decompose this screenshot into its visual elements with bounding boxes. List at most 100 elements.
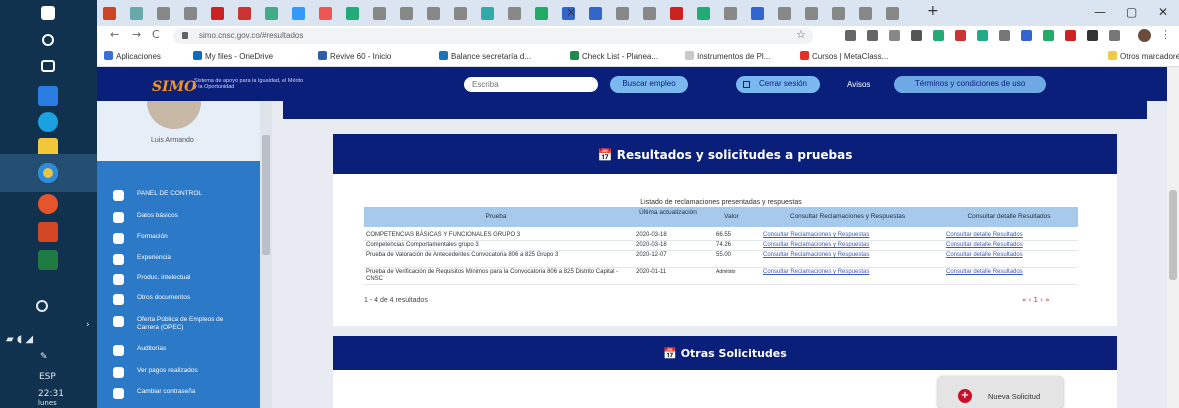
sidebar-item[interactable]: Otros documentos bbox=[113, 292, 263, 308]
extension-icon[interactable] bbox=[1065, 30, 1076, 41]
task-view-icon[interactable] bbox=[41, 60, 55, 72]
sidebar-item[interactable]: Oferta Pública de Empleos de Carrera (OP… bbox=[113, 314, 263, 331]
browser-tab[interactable] bbox=[157, 7, 170, 20]
browser-tab[interactable] bbox=[481, 7, 494, 20]
tray-time[interactable]: 22:31 bbox=[38, 389, 64, 399]
people-icon[interactable] bbox=[36, 300, 48, 312]
extension-icon[interactable] bbox=[977, 30, 988, 41]
link-reclamaciones[interactable]: Consultar Reclamaciones y Respuestas bbox=[763, 232, 869, 238]
browser-tab[interactable] bbox=[805, 7, 818, 20]
forward-button[interactable]: → bbox=[132, 28, 141, 41]
browser-tab[interactable] bbox=[319, 7, 332, 20]
browser-tab[interactable] bbox=[886, 7, 899, 20]
sidebar-item[interactable]: PANEL DE CONTROL bbox=[113, 188, 263, 204]
browser-tab[interactable] bbox=[643, 7, 656, 20]
sidebar-scroll-thumb[interactable] bbox=[262, 135, 270, 255]
browser-tab[interactable] bbox=[778, 7, 791, 20]
extension-icon[interactable] bbox=[1087, 30, 1098, 41]
tray-chevron-icon[interactable]: › bbox=[86, 320, 90, 330]
window-close-button[interactable]: ✕ bbox=[1158, 5, 1168, 19]
sidebar-item[interactable]: Auditorías bbox=[113, 343, 263, 359]
bookmark-item[interactable]: Balance secretaría d... bbox=[439, 51, 531, 61]
window-maximize-button[interactable]: ▢ bbox=[1126, 5, 1137, 19]
link-detalle-resultados[interactable]: Consultar detalle Resultados bbox=[946, 242, 1023, 248]
link-detalle-resultados[interactable]: Consultar detalle Resultados bbox=[946, 269, 1023, 275]
bookmark-item[interactable]: Check List - Planea... bbox=[570, 51, 658, 61]
powerpoint-icon[interactable] bbox=[38, 222, 58, 242]
notices-link[interactable]: Avisos bbox=[847, 80, 870, 89]
pagination-controls[interactable]: « ‹ 1 › » bbox=[1022, 296, 1050, 304]
browser-tab[interactable] bbox=[670, 7, 683, 20]
link-reclamaciones[interactable]: Consultar Reclamaciones y Respuestas bbox=[763, 252, 869, 258]
browser-menu-icon[interactable]: ⋮ bbox=[1160, 28, 1171, 41]
bookmark-item[interactable]: Aplicaciones bbox=[104, 51, 161, 61]
browser-tab[interactable] bbox=[130, 7, 143, 20]
browser-tab[interactable] bbox=[184, 7, 197, 20]
browser-tab[interactable] bbox=[697, 7, 710, 20]
excel-icon[interactable] bbox=[38, 250, 58, 270]
browser-tab[interactable] bbox=[211, 7, 224, 20]
browser-tab[interactable] bbox=[751, 7, 764, 20]
extension-icon[interactable] bbox=[1021, 30, 1032, 41]
active-tab-close-icon[interactable]: × bbox=[566, 5, 576, 19]
browser-tab[interactable] bbox=[616, 7, 629, 20]
bookmark-item[interactable]: Revive 60 - Inicio bbox=[318, 51, 391, 61]
bookmark-item[interactable]: Instrumentos de Pl... bbox=[685, 51, 770, 61]
extension-icon[interactable] bbox=[933, 30, 944, 41]
browser-tab[interactable] bbox=[508, 7, 521, 20]
back-button[interactable]: ← bbox=[110, 28, 119, 41]
link-reclamaciones[interactable]: Consultar Reclamaciones y Respuestas bbox=[763, 242, 869, 248]
browser-tab[interactable] bbox=[454, 7, 467, 20]
page-scroll-thumb[interactable] bbox=[1169, 190, 1177, 280]
link-detalle-resultados[interactable]: Consultar detalle Resultados bbox=[946, 232, 1023, 238]
terms-button[interactable]: Términos y condiciones de uso bbox=[894, 76, 1046, 93]
sidebar-item[interactable]: Ver pagos realizados bbox=[113, 365, 263, 381]
sidebar-item[interactable]: Datos básicos bbox=[113, 210, 263, 226]
window-minimize-button[interactable]: — bbox=[1094, 5, 1106, 19]
browser-tab[interactable] bbox=[859, 7, 872, 20]
tray-network-volume-icons[interactable]: ▰ ◖ ◢ bbox=[6, 334, 33, 345]
search-icon[interactable] bbox=[42, 34, 54, 46]
reload-button[interactable]: C bbox=[152, 28, 160, 41]
extension-icon[interactable] bbox=[867, 30, 878, 41]
browser-tab[interactable] bbox=[832, 7, 845, 20]
browser-tab[interactable] bbox=[427, 7, 440, 20]
chrome-icon[interactable] bbox=[38, 163, 58, 183]
profile-avatar[interactable] bbox=[1138, 29, 1151, 42]
extension-icon[interactable] bbox=[999, 30, 1010, 41]
search-jobs-button[interactable]: Buscar empleo bbox=[610, 76, 688, 93]
firefox-icon[interactable] bbox=[38, 194, 58, 214]
browser-tab[interactable] bbox=[265, 7, 278, 20]
sidebar-item[interactable]: Formación bbox=[113, 231, 263, 247]
sidebar-item[interactable]: Cambiar contraseña bbox=[113, 386, 263, 402]
new-tab-button[interactable]: + bbox=[927, 3, 939, 19]
tray-notification-icon[interactable]: ✎ bbox=[40, 352, 48, 362]
search-input[interactable] bbox=[464, 77, 598, 92]
browser-tab[interactable] bbox=[373, 7, 386, 20]
extension-icon[interactable] bbox=[1043, 30, 1054, 41]
outlook-icon[interactable] bbox=[38, 86, 58, 106]
extension-icon[interactable] bbox=[911, 30, 922, 41]
edge-icon[interactable] bbox=[38, 112, 58, 132]
tray-language[interactable]: ESP bbox=[39, 372, 56, 382]
link-reclamaciones[interactable]: Consultar Reclamaciones y Respuestas bbox=[763, 269, 869, 275]
browser-tab[interactable] bbox=[400, 7, 413, 20]
bookmark-item[interactable]: My files - OneDrive bbox=[193, 51, 273, 61]
browser-tab[interactable] bbox=[103, 7, 116, 20]
sidebar-item[interactable]: Produc. intelectual bbox=[113, 272, 263, 288]
extension-icon[interactable] bbox=[1109, 30, 1120, 41]
link-detalle-resultados[interactable]: Consultar detalle Resultados bbox=[946, 252, 1023, 258]
extension-icon[interactable] bbox=[955, 30, 966, 41]
bookmark-item[interactable]: Otros marcadores bbox=[1108, 51, 1179, 61]
sidebar-item[interactable]: Experiencia bbox=[113, 252, 263, 268]
simo-logo[interactable]: SIMO bbox=[152, 79, 196, 95]
browser-tab[interactable] bbox=[589, 7, 602, 20]
extension-icon[interactable] bbox=[845, 30, 856, 41]
browser-tab[interactable] bbox=[724, 7, 737, 20]
browser-tab[interactable] bbox=[346, 7, 359, 20]
bookmark-star-icon[interactable]: ☆ bbox=[796, 28, 806, 41]
browser-tab[interactable] bbox=[238, 7, 251, 20]
browser-tab[interactable] bbox=[292, 7, 305, 20]
address-bar[interactable]: simo.cnsc.gov.co/#resultados bbox=[173, 28, 813, 44]
windows-start-icon[interactable] bbox=[41, 6, 55, 20]
